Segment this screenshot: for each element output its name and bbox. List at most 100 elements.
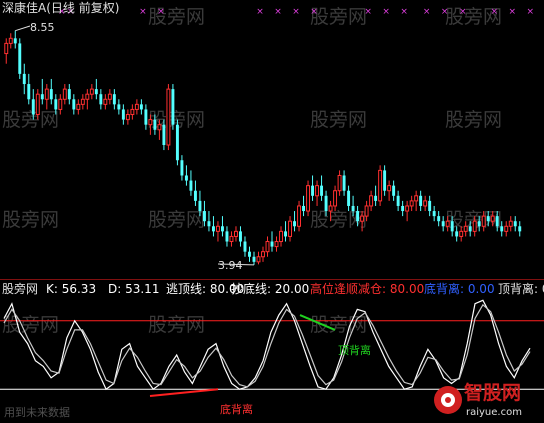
candle-body <box>414 195 419 202</box>
k-value-label: K: 56.33 <box>46 282 97 296</box>
candle-body <box>387 185 392 192</box>
candle-body <box>401 205 405 212</box>
candle-body <box>261 251 265 258</box>
candle-body <box>324 195 328 212</box>
candle-body <box>54 99 58 110</box>
candle-body <box>284 231 287 237</box>
candle-body <box>27 84 31 100</box>
reduce-position-label: 高位逢顺减仓: 80.00 <box>310 282 425 296</box>
candle-body <box>22 73 26 85</box>
candle-body <box>58 98 63 110</box>
candle-body <box>472 220 477 232</box>
indicator-name: 股旁网 <box>2 282 39 296</box>
candle-body <box>85 93 90 100</box>
candle-body <box>198 200 202 212</box>
candle-body <box>67 89 71 100</box>
top-divergence-label: 顶背离: 0 <box>498 282 544 296</box>
candle-body <box>193 190 197 201</box>
candle-body <box>508 220 513 227</box>
candle-body <box>157 124 162 131</box>
candle-body <box>62 88 67 100</box>
candle-body <box>513 221 517 227</box>
candle-body <box>89 88 94 95</box>
logo-name: 智股网 <box>464 382 522 404</box>
candle-body <box>347 190 351 206</box>
bottom-divergence-label: 底背离: 0.00 <box>424 282 495 296</box>
candle-body <box>234 230 238 237</box>
candle-body <box>4 42 9 55</box>
candle-body <box>162 124 166 145</box>
site-logo: 智股网 raiyue.com <box>430 380 542 422</box>
candle-body <box>445 220 450 227</box>
candle-body <box>130 108 135 116</box>
candle-body <box>211 226 215 232</box>
candle-body <box>171 89 175 125</box>
candle-body <box>500 226 504 232</box>
candle-body <box>121 109 125 120</box>
chart-canvas: × × × × × × × × × × × × × × × × × <box>0 7 544 398</box>
candle-body <box>432 211 436 217</box>
candle-body <box>8 37 13 44</box>
bottom-divergence-annotation: 底背离 <box>220 403 253 416</box>
candle-body <box>175 124 179 161</box>
candle-body <box>35 93 40 116</box>
candle-body <box>256 256 261 263</box>
candle-body <box>333 190 338 207</box>
signal-mark: × <box>139 7 147 17</box>
candle-body <box>180 160 184 176</box>
candle-body <box>94 89 98 95</box>
candle-body <box>320 185 324 196</box>
candle-body <box>139 104 143 110</box>
top-divergence-annotation: 顶背离 <box>338 344 371 357</box>
candle-body <box>455 231 459 237</box>
candle-body <box>450 221 454 232</box>
candle-body <box>107 93 112 100</box>
candle-body <box>76 103 81 110</box>
candle-body <box>441 221 445 227</box>
candle-body <box>311 185 315 196</box>
signal-mark: × <box>441 7 449 17</box>
signal-mark: × <box>274 7 282 17</box>
bottom-divergence-line <box>149 388 219 398</box>
d-value-label: D: 53.11 <box>108 282 160 296</box>
signal-mark: × <box>310 7 318 17</box>
price-low-label: 3.94 <box>218 259 243 272</box>
signal-mark: × <box>459 7 467 17</box>
candle-body <box>184 175 188 181</box>
candle-body <box>252 256 256 262</box>
candle-body <box>279 230 283 243</box>
candle-body <box>99 94 103 105</box>
candle-body <box>229 235 234 243</box>
candle-body <box>369 195 374 207</box>
candle-body <box>459 230 464 237</box>
candle-body <box>423 200 428 207</box>
candle-body <box>495 216 499 227</box>
candle-body <box>215 225 220 232</box>
candle-body <box>112 94 116 105</box>
signal-mark: × <box>292 7 300 17</box>
candle-body <box>437 216 441 222</box>
candle-body <box>220 226 224 232</box>
candle-body <box>31 99 35 115</box>
signal-mark: × <box>527 7 535 17</box>
signal-mark: × <box>364 7 372 17</box>
candle-body <box>486 216 490 222</box>
candle-body <box>306 185 311 212</box>
signal-mark: × <box>400 7 408 17</box>
candle-body <box>44 88 49 100</box>
candle-body <box>481 215 486 227</box>
candle-body <box>166 88 171 146</box>
candle-body <box>270 241 274 247</box>
candle-body <box>274 241 279 248</box>
candle-body <box>374 195 378 201</box>
footer-note: 用到未来数据 <box>4 406 70 419</box>
candle-body <box>103 98 108 105</box>
candle-body <box>117 104 121 110</box>
candle-body <box>337 174 342 192</box>
candle-body <box>396 195 400 206</box>
candle-body <box>490 215 495 222</box>
candle-body <box>468 226 472 232</box>
candle-body <box>409 200 414 207</box>
high-marker <box>15 25 31 32</box>
candle-body <box>40 94 44 100</box>
